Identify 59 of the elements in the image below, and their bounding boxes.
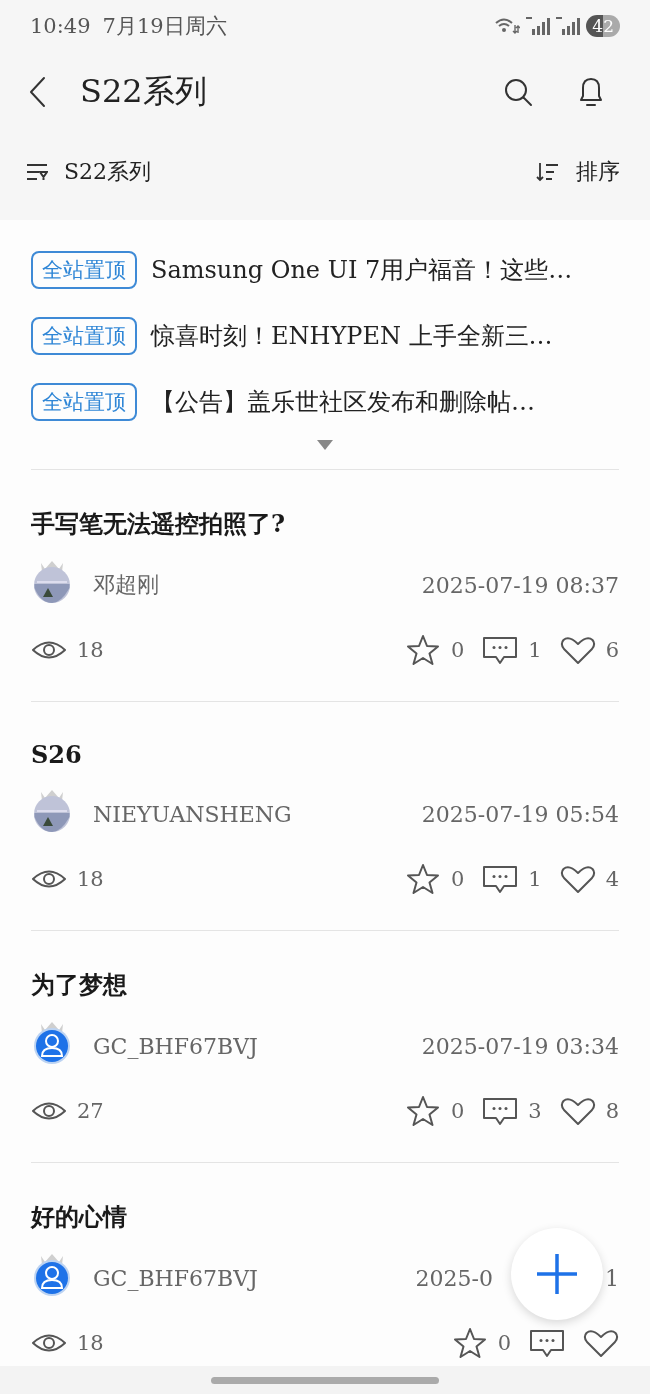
- plus-icon: [535, 1252, 579, 1296]
- like-count: 8: [605, 1099, 619, 1123]
- star-icon[interactable]: [404, 1095, 441, 1127]
- star-icon[interactable]: [404, 634, 441, 666]
- filter-icon: [26, 163, 48, 181]
- favorite-count: 0: [450, 1099, 465, 1123]
- post-date: 2025-07-19 05:54: [421, 801, 619, 827]
- pinned-post-title[interactable]: 【公告】盖乐世社区发布和删除帖…: [151, 386, 535, 418]
- battery-indicator: 42: [586, 15, 620, 37]
- pinned-tag: 全站置顶: [31, 251, 137, 289]
- post-date: 1: [605, 1265, 619, 1291]
- favorite-count: 0: [450, 867, 465, 891]
- heart-icon[interactable]: [583, 1327, 619, 1359]
- view-count: 18: [77, 638, 104, 662]
- view-count: 27: [77, 1099, 104, 1123]
- comment-count: 3: [528, 1099, 542, 1123]
- page-title: S22系列: [80, 71, 207, 112]
- pinned-tag: 全站置顶: [31, 317, 137, 355]
- sort-button[interactable]: 排序: [576, 157, 620, 187]
- comment-icon[interactable]: [482, 863, 519, 895]
- author-name[interactable]: 邓超刚: [93, 570, 159, 600]
- post-title[interactable]: S26: [31, 740, 619, 769]
- category-filter[interactable]: S22系列: [64, 157, 152, 187]
- status-date: 7月19日周六: [102, 13, 227, 40]
- post-title[interactable]: 好的心情: [31, 1201, 619, 1233]
- author-name[interactable]: NIEYUANSHENG: [93, 801, 292, 827]
- view-count: 18: [77, 867, 104, 891]
- comment-icon[interactable]: [529, 1327, 565, 1359]
- comment-count: 1: [528, 867, 542, 891]
- status-time: 10:49: [30, 14, 91, 38]
- pinned-tag: 全站置顶: [31, 383, 137, 421]
- author-name[interactable]: GC_BHF67BVJ: [93, 1033, 258, 1059]
- post-title[interactable]: 为了梦想: [31, 969, 619, 1001]
- like-count: 4: [605, 867, 619, 891]
- view-count: 18: [77, 1331, 104, 1355]
- expand-icon[interactable]: [316, 439, 334, 451]
- comment-icon[interactable]: [482, 1095, 519, 1127]
- like-count: 6: [605, 638, 619, 662]
- heart-icon[interactable]: [559, 1095, 596, 1127]
- signal-icon: [556, 17, 581, 35]
- sort-icon: [536, 162, 560, 182]
- post-date: 2025-0: [415, 1265, 493, 1291]
- heart-icon[interactable]: [559, 863, 596, 895]
- star-icon[interactable]: [404, 863, 441, 895]
- author-name[interactable]: GC_BHF67BVJ: [93, 1265, 258, 1291]
- search-icon[interactable]: [502, 76, 534, 108]
- favorite-count: 0: [497, 1331, 511, 1355]
- favorite-count: 0: [450, 638, 465, 662]
- pinned-post-title[interactable]: 惊喜时刻！ENHYPEN 上手全新三…: [151, 320, 553, 352]
- heart-icon[interactable]: [559, 634, 596, 666]
- post-date: 2025-07-19 08:37: [421, 572, 619, 598]
- comment-count: 1: [528, 638, 542, 662]
- wifi-icon: [494, 17, 521, 35]
- comment-icon[interactable]: [482, 634, 519, 666]
- post-date: 2025-07-19 03:34: [421, 1033, 619, 1059]
- post-title[interactable]: 手写笔无法遥控拍照了?: [31, 508, 619, 540]
- star-icon[interactable]: [451, 1327, 488, 1359]
- signal-icon: [526, 17, 551, 35]
- pinned-post-title[interactable]: Samsung One UI 7用户福音！这些…: [151, 254, 573, 286]
